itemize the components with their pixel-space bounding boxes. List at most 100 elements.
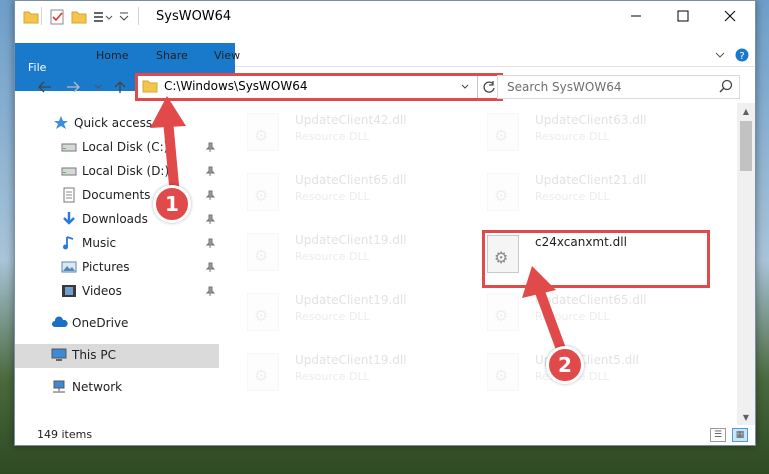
large-icons-view-icon[interactable]: ▦ <box>732 428 748 442</box>
file-type: Resource DLL <box>535 190 610 203</box>
scroll-up-icon[interactable]: ▲ <box>737 103 755 119</box>
file-item[interactable]: ⚙ UpdateClient19.dll Resource DLL <box>235 287 455 335</box>
dll-file-icon: ⚙ <box>487 173 519 211</box>
ribbon-expand-icon[interactable] <box>714 43 726 67</box>
tab-home[interactable]: Home <box>96 43 128 67</box>
chevron-down-icon[interactable] <box>456 77 474 97</box>
svg-text:?: ? <box>739 51 744 62</box>
file-name: UpdateClient21.dll <box>535 173 647 187</box>
file-type: Resource DLL <box>295 250 370 263</box>
up-button[interactable] <box>110 75 130 99</box>
sidebar-item-music[interactable]: Music <box>61 232 116 254</box>
navigation-pane: Quick access Local Disk (C:) Local Disk … <box>15 107 219 415</box>
file-type: Resource DLL <box>535 130 610 143</box>
sidebar-item-label: Downloads <box>82 212 148 226</box>
search-placeholder: Search SysWOW64 <box>507 80 622 94</box>
dll-file-icon: ⚙ <box>487 353 519 391</box>
divider <box>41 7 42 25</box>
sidebar-item-label: Documents <box>82 188 151 202</box>
file-highlight-box <box>482 230 710 288</box>
maximize-button[interactable] <box>660 1 706 31</box>
file-type: Resource DLL <box>295 370 370 383</box>
tab-share[interactable]: Share <box>156 43 188 67</box>
tab-view[interactable]: View <box>214 43 240 67</box>
search-icon[interactable] <box>719 79 733 97</box>
download-icon <box>61 211 77 227</box>
scroll-thumb[interactable] <box>740 121 752 171</box>
details-view-icon[interactable]: ☰ <box>710 428 726 442</box>
file-name: UpdateClient42.dll <box>295 113 407 127</box>
minimize-button[interactable] <box>613 1 659 31</box>
sidebar-item-quick-access[interactable]: Quick access <box>53 112 152 134</box>
window-title: SysWOW64 <box>156 9 232 24</box>
refresh-icon[interactable] <box>480 77 498 97</box>
title-bar: SysWOW64 <box>15 1 755 33</box>
pin-icon[interactable] <box>205 190 216 203</box>
pin-icon[interactable] <box>205 142 216 155</box>
scroll-down-icon[interactable]: ▼ <box>737 409 755 425</box>
file-name: UpdateClient19.dll <box>295 233 407 247</box>
file-name: UpdateClient65.dll <box>535 293 647 307</box>
network-icon <box>51 379 67 395</box>
sidebar-item-this-pc[interactable]: This PC <box>51 344 116 366</box>
dll-file-icon: ⚙ <box>247 353 279 391</box>
sidebar-item-videos[interactable]: Videos <box>61 280 122 302</box>
file-name: UpdateClient19.dll <box>295 293 407 307</box>
sidebar-item-label: Network <box>72 380 123 394</box>
sidebar-item-onedrive[interactable]: OneDrive <box>51 312 128 334</box>
cloud-icon <box>51 315 68 331</box>
sidebar-item-documents[interactable]: Documents <box>61 184 150 206</box>
sidebar-item-local-disk-c[interactable]: Local Disk (C:) <box>61 136 168 158</box>
pin-icon[interactable] <box>205 262 216 275</box>
customize-toolbar-icon[interactable] <box>93 9 113 25</box>
dll-file-icon: ⚙ <box>487 113 519 151</box>
back-button[interactable] <box>35 75 55 99</box>
sidebar-item-downloads[interactable]: Downloads <box>61 208 148 230</box>
file-item[interactable]: ⚙ UpdateClient19.dll Resource DLL <box>235 227 455 275</box>
drive-icon <box>61 139 77 155</box>
dll-file-icon: ⚙ <box>247 293 279 331</box>
folder-icon <box>142 79 158 96</box>
file-item[interactable]: ⚙ UpdateClient65.dll Resource DLL <box>475 287 695 335</box>
pin-icon[interactable] <box>205 214 216 227</box>
close-button[interactable] <box>707 1 753 31</box>
file-item[interactable]: ⚙ UpdateClient19.dll Resource DLL <box>235 347 455 395</box>
file-item[interactable]: ⚙ UpdateClient21.dll Resource DLL <box>475 167 695 215</box>
sidebar-item-label: Videos <box>82 284 122 298</box>
sidebar-item-network[interactable]: Network <box>51 376 122 398</box>
recent-locations-icon[interactable] <box>88 75 108 99</box>
sidebar-item-label: Pictures <box>82 260 130 274</box>
quick-access-dropdown-icon[interactable] <box>118 9 130 25</box>
address-bar[interactable]: C:\Windows\SysWOW64 <box>135 73 503 101</box>
file-item[interactable]: ⚙ UpdateClient65.dll Resource DLL <box>235 167 455 215</box>
pin-icon[interactable] <box>205 166 216 179</box>
pin-icon[interactable] <box>205 238 216 251</box>
sidebar-item-label: Quick access <box>74 116 153 130</box>
sidebar-item-label: Music <box>82 236 117 250</box>
dll-file-icon: ⚙ <box>247 173 279 211</box>
sidebar-item-local-disk-d[interactable]: Local Disk (D:) <box>61 160 169 182</box>
file-item[interactable]: ⚙ UpdateClient5.dll Resource DLL <box>475 347 695 395</box>
help-icon[interactable]: ? <box>735 43 749 67</box>
address-path: C:\Windows\SysWOW64 <box>164 79 308 93</box>
pin-icon[interactable] <box>205 286 216 299</box>
file-name: UpdateClient65.dll <box>295 173 407 187</box>
sidebar-item-label: Local Disk (D:) <box>82 164 170 178</box>
ribbon: File Home Share View ? <box>15 43 755 91</box>
file-item[interactable]: ⚙ UpdateClient42.dll Resource DLL <box>235 107 455 155</box>
forward-button[interactable] <box>63 75 83 99</box>
file-item[interactable]: ⚙ UpdateClient63.dll Resource DLL <box>475 107 695 155</box>
file-type: Resource DLL <box>295 130 370 143</box>
folder-icon[interactable] <box>23 9 39 25</box>
drive-icon <box>61 163 77 179</box>
file-type: Resource DLL <box>535 310 610 323</box>
new-folder-icon[interactable] <box>71 9 87 25</box>
divider <box>477 76 478 98</box>
vertical-scrollbar[interactable]: ▲ ▼ <box>737 103 755 425</box>
properties-icon[interactable] <box>49 9 65 25</box>
sidebar-item-label: Local Disk (C:) <box>82 140 169 154</box>
dll-file-icon: ⚙ <box>247 113 279 151</box>
search-input[interactable]: Search SysWOW64 <box>497 75 740 99</box>
sidebar-item-pictures[interactable]: Pictures <box>61 256 130 278</box>
sidebar-item-label: This PC <box>72 348 116 362</box>
